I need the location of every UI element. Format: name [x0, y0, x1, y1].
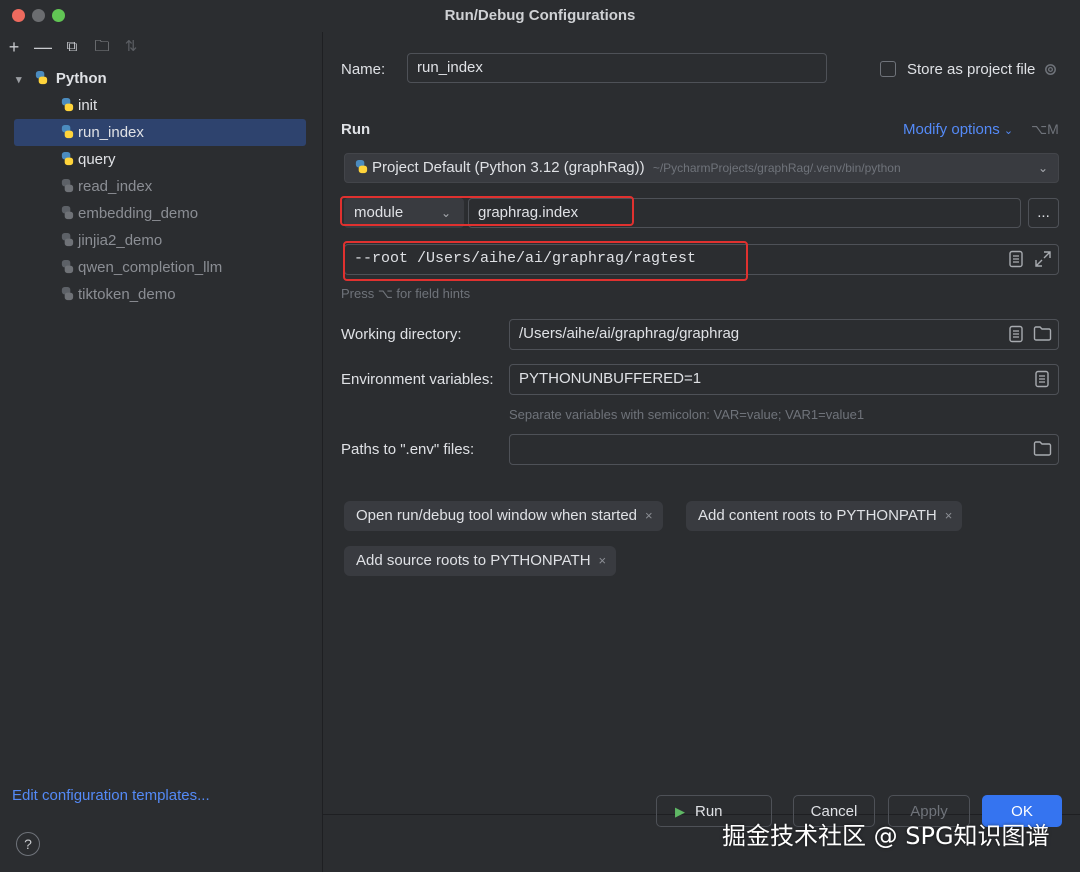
python-icon	[61, 178, 74, 193]
close-icon[interactable]: ×	[645, 508, 653, 523]
tree-root-python[interactable]: ▾ Python	[16, 65, 107, 92]
env-vars-hint: Separate variables with semicolon: VAR=v…	[509, 407, 865, 422]
play-icon: ▶	[675, 804, 685, 819]
interpreter-path: ~/PycharmProjects/graphRag/.venv/bin/pyt…	[652, 161, 901, 175]
python-icon	[61, 232, 74, 247]
python-icon	[61, 259, 74, 274]
store-project-checkbox[interactable]	[880, 61, 896, 77]
folder-icon[interactable]	[1033, 440, 1052, 457]
dotenv-input[interactable]	[509, 434, 1059, 465]
title-bar: Run/Debug Configurations	[0, 0, 1080, 32]
list-icon[interactable]	[1034, 370, 1050, 388]
remove-icon[interactable]: —	[33, 36, 53, 58]
dotenv-label: Paths to ".env" files:	[341, 441, 475, 458]
tree-item-init[interactable]: init	[60, 92, 97, 119]
name-label: Name:	[341, 61, 386, 78]
option-chip-content-roots[interactable]: Add content roots to PYTHONPATH ×	[686, 501, 963, 531]
option-chip-open-tool-window[interactable]: Open run/debug tool window when started ×	[344, 501, 663, 531]
python-icon	[61, 205, 74, 220]
sidebar: + — ⧉ 🗀 ⇅ ▾ Python init run_index query …	[0, 32, 323, 872]
option-chip-source-roots[interactable]: Add source roots to PYTHONPATH ×	[344, 546, 617, 576]
working-directory-input[interactable]: /Users/aihe/ai/graphrag/graphrag	[509, 319, 1059, 350]
watermark: 掘金技术社区 @ SPG知识图谱	[722, 822, 1050, 850]
tree-root-label: Python	[55, 70, 107, 87]
interpreter-label: Project Default (Python 3.12 (graphRag))	[372, 159, 645, 176]
close-icon[interactable]: ×	[599, 553, 607, 568]
chip-label: Open run/debug tool window when started	[356, 507, 638, 524]
chip-label: Add source roots to PYTHONPATH	[356, 552, 591, 569]
python-icon	[61, 124, 74, 139]
expand-icon[interactable]	[1034, 250, 1052, 268]
tree-item-embedding-demo[interactable]: embedding_demo	[60, 200, 198, 227]
modify-options-shortcut: ⌥M	[1031, 121, 1059, 137]
python-icon	[35, 70, 47, 85]
sidebar-toolbar: + — ⧉ 🗀 ⇅	[0, 36, 320, 58]
env-vars-label: Environment variables:	[341, 371, 494, 388]
modify-options-link[interactable]: Modify options ⌄	[903, 121, 1013, 138]
tree-item-read-index[interactable]: read_index	[60, 173, 152, 200]
highlight-box	[343, 241, 748, 281]
close-icon[interactable]: ×	[945, 508, 953, 523]
name-input[interactable]: run_index	[407, 53, 827, 83]
run-button-label: Run	[695, 803, 723, 820]
interpreter-select[interactable]: Project Default (Python 3.12 (graphRag))…	[344, 153, 1059, 183]
tree-item-query[interactable]: query	[60, 146, 116, 173]
config-form: Name: run_index Store as project file Ru…	[323, 32, 1080, 872]
help-button[interactable]: ?	[16, 832, 40, 856]
python-icon	[61, 151, 74, 166]
chip-label: Add content roots to PYTHONPATH	[698, 507, 937, 524]
python-icon	[61, 286, 74, 301]
window-title: Run/Debug Configurations	[444, 7, 636, 24]
tree-item-label: init	[78, 97, 98, 114]
modify-options-label: Modify options	[903, 121, 1000, 138]
folder-icon[interactable]	[1033, 325, 1052, 342]
tree-item-label: tiktoken_demo	[78, 286, 176, 303]
highlight-box	[340, 196, 634, 226]
gear-icon[interactable]	[1043, 62, 1058, 77]
add-icon[interactable]: +	[4, 36, 24, 58]
chevron-down-icon: ▾	[16, 74, 22, 86]
tree-item-tiktoken-demo[interactable]: tiktoken_demo	[60, 281, 176, 308]
field-hint: Press ⌥ for field hints	[341, 286, 471, 301]
tree-item-label: embedding_demo	[78, 205, 199, 222]
chevron-down-icon: ⌄	[1003, 125, 1014, 137]
list-icon[interactable]	[1008, 250, 1024, 268]
run-section-title: Run	[341, 121, 371, 138]
tree-item-label: qwen_completion_llm	[78, 259, 223, 276]
tree-item-qwen-completion-llm[interactable]: qwen_completion_llm	[60, 254, 222, 281]
python-icon	[355, 159, 368, 174]
tree-item-label: jinjia2_demo	[78, 232, 163, 249]
store-project-label: Store as project file	[907, 61, 1036, 78]
browse-module-button[interactable]: ...	[1028, 198, 1059, 228]
python-icon	[61, 97, 74, 112]
tree-item-label: read_index	[78, 178, 153, 195]
chevron-down-icon: ⌄	[1037, 161, 1048, 175]
tree-item-run-index[interactable]: run_index	[60, 119, 144, 146]
tree-item-label: query	[78, 151, 116, 168]
edit-templates-link[interactable]: Edit configuration templates...	[12, 787, 210, 804]
tree-item-jinjia2-demo[interactable]: jinjia2_demo	[60, 227, 162, 254]
new-folder-icon[interactable]: 🗀	[92, 36, 112, 58]
env-vars-input[interactable]: PYTHONUNBUFFERED=1	[509, 364, 1059, 395]
selected-row-highlight	[14, 119, 306, 146]
working-directory-label: Working directory:	[341, 326, 462, 343]
copy-icon[interactable]: ⧉	[62, 36, 82, 58]
tree-item-label: run_index	[78, 124, 144, 141]
sort-icon[interactable]: ⇅	[121, 36, 141, 58]
list-icon[interactable]	[1008, 325, 1024, 343]
